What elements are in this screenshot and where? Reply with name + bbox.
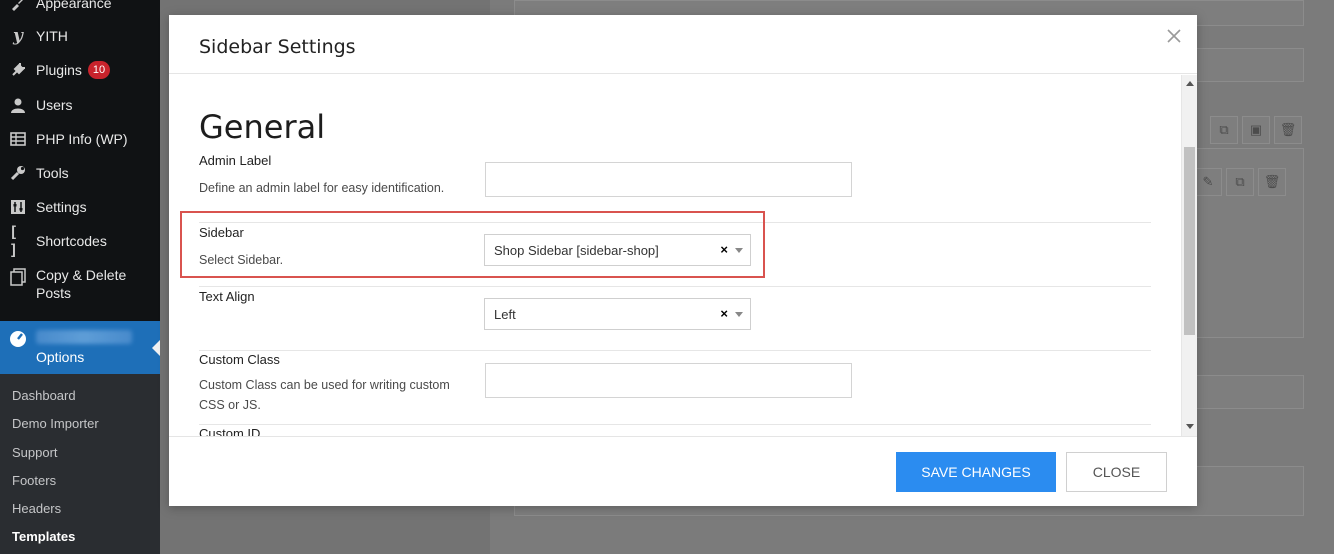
admin-label-input[interactable]: [485, 162, 852, 197]
copy-icon: [9, 268, 27, 286]
menu-item-settings[interactable]: Settings: [0, 190, 160, 224]
active-menu-arrow: [152, 340, 160, 356]
blurred-theme-name: [36, 330, 132, 344]
trash-icon[interactable]: 🗑: [1274, 116, 1302, 144]
modal-scrollbar[interactable]: [1181, 75, 1197, 436]
menu-label: Plugins: [36, 62, 82, 78]
users-icon: [9, 96, 27, 114]
submenu-item-demo-importer[interactable]: Demo Importer: [12, 416, 99, 431]
submenu-item-support[interactable]: Support: [12, 445, 58, 460]
field-label: Custom Class: [199, 352, 280, 367]
close-icon[interactable]: [1165, 27, 1183, 45]
custom-class-input[interactable]: [485, 363, 852, 398]
clear-selection-icon[interactable]: ×: [720, 306, 728, 321]
chevron-down-icon[interactable]: [735, 312, 743, 317]
copy-icon[interactable]: ⧉: [1210, 116, 1238, 144]
menu-label: YITH: [36, 28, 68, 44]
close-button[interactable]: CLOSE: [1066, 452, 1167, 492]
admin-sidebar: Appearance y YITH Plugins 10 Users PHP I…: [0, 0, 160, 554]
modal-header: Sidebar Settings: [169, 15, 1197, 74]
field-custom-id: Custom ID: [199, 425, 1151, 436]
submenu-item-footers[interactable]: Footers: [12, 473, 56, 488]
yith-icon: y: [13, 26, 23, 46]
highlight-box: [180, 211, 765, 278]
save-changes-button[interactable]: SAVE CHANGES: [896, 452, 1056, 492]
select-value: Left: [494, 307, 516, 322]
edit-icon[interactable]: ✎: [1194, 168, 1222, 196]
menu-label: Shortcodes: [36, 233, 107, 249]
section-title: General: [199, 108, 326, 146]
modal-footer: SAVE CHANGES CLOSE: [169, 436, 1197, 506]
copy-icon[interactable]: ⧉: [1226, 168, 1254, 196]
menu-label: Options: [36, 349, 85, 365]
menu-label: Settings: [36, 199, 87, 215]
scroll-thumb[interactable]: [1184, 147, 1195, 335]
scroll-down-arrow-icon[interactable]: [1186, 424, 1194, 429]
menu-item-plugins[interactable]: Plugins 10: [0, 53, 160, 87]
field-description: Custom Class can be used for writing cus…: [199, 378, 450, 412]
field-label: Admin Label: [199, 153, 272, 168]
theme-options-icon: [9, 330, 27, 348]
settings-icon: [9, 198, 27, 216]
wrench-icon: [9, 164, 27, 182]
table-icon: [9, 130, 27, 148]
submenu-item-dashboard[interactable]: Dashboard: [12, 388, 76, 403]
menu-item-users[interactable]: Users: [0, 88, 160, 122]
field-text-align: Text Align Left ×: [199, 288, 1151, 351]
menu-label: Copy & Delete Posts: [36, 267, 127, 301]
brackets-icon: [ ]: [9, 223, 19, 259]
field-custom-class: Custom Class Custom Class can be used fo…: [199, 351, 1151, 425]
menu-item-shortcodes[interactable]: [ ] Shortcodes: [0, 223, 160, 259]
menu-item-copy-delete-posts[interactable]: Copy & Delete Posts: [0, 266, 160, 304]
plugin-icon: [9, 61, 27, 79]
text-align-select[interactable]: Left ×: [484, 298, 751, 330]
submenu-item-headers[interactable]: Headers: [12, 501, 61, 516]
menu-item-php-info[interactable]: PHP Info (WP): [0, 122, 160, 156]
menu-label: PHP Info (WP): [36, 131, 128, 147]
field-description: Define an admin label for easy identific…: [199, 181, 445, 195]
menu-item-yith[interactable]: y YITH: [0, 19, 160, 53]
field-label: Text Align: [199, 289, 255, 304]
trash-icon[interactable]: 🗑: [1258, 168, 1286, 196]
menu-item-options[interactable]: Options: [0, 321, 160, 374]
plugins-count-badge: 10: [87, 61, 111, 79]
field-label: Custom ID: [199, 426, 261, 436]
menu-item-tools[interactable]: Tools: [0, 156, 160, 190]
save-icon[interactable]: ▣: [1242, 116, 1270, 144]
submenu-item-templates[interactable]: Templates: [12, 529, 75, 544]
paintbrush-icon: [9, 0, 27, 12]
menu-item-appearance[interactable]: Appearance: [0, 0, 160, 20]
menu-label: Users: [36, 97, 73, 113]
scroll-up-arrow-icon[interactable]: [1186, 81, 1194, 86]
menu-label: Appearance: [36, 0, 112, 11]
menu-label: Tools: [36, 165, 69, 181]
modal-title: Sidebar Settings: [199, 36, 356, 58]
options-submenu: Dashboard Demo Importer Support Footers …: [0, 374, 160, 554]
